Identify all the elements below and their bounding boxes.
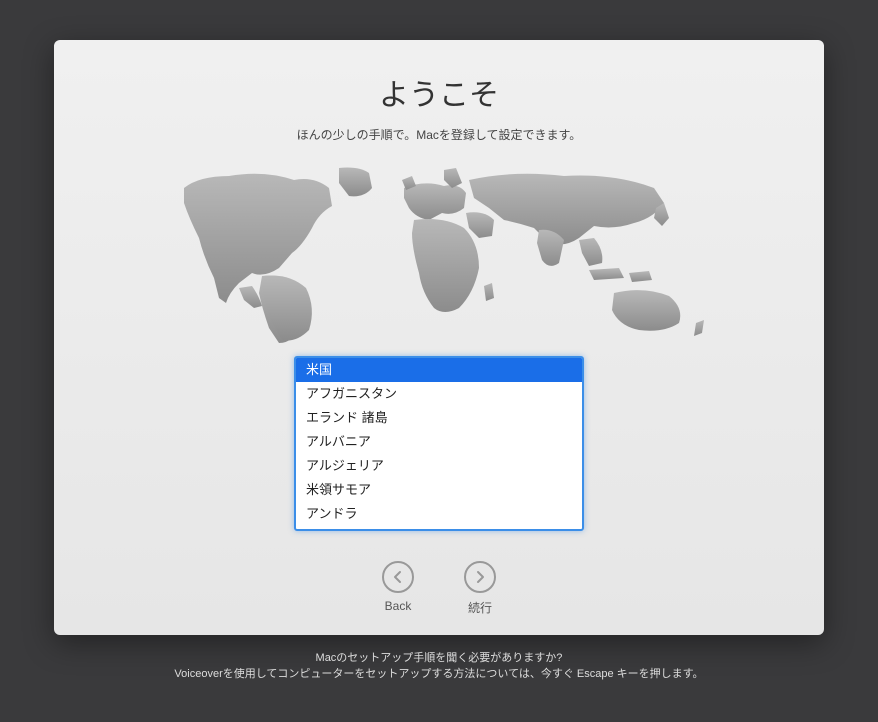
world-map	[144, 158, 734, 348]
welcome-subtitle: ほんの少しの手順で。Macを登録して設定できます。	[297, 126, 582, 143]
back-label: Back	[385, 599, 412, 613]
country-item[interactable]: 米領サモア	[296, 478, 582, 502]
voiceover-hint: Macのセットアップ手順を聞く必要がありますか? Voiceoverを使用してコ…	[174, 650, 703, 682]
voiceover-line1: Macのセットアップ手順を聞く必要がありますか?	[174, 650, 703, 666]
country-item[interactable]: エランド 諸島	[296, 406, 582, 430]
country-item[interactable]: アンドラ	[296, 502, 582, 526]
country-item[interactable]: アンゴラ	[296, 526, 582, 531]
voiceover-line2: Voiceoverを使用してコンピューターをセットアップする方法については、今す…	[174, 666, 703, 682]
country-item[interactable]: 米国	[296, 358, 582, 382]
continue-label: 続行	[468, 599, 492, 616]
back-button[interactable]: Back	[382, 561, 414, 613]
country-select-list[interactable]: 米国アフガニスタンエランド 諸島アルバニアアルジェリア米領サモアアンドラアンゴラ	[294, 356, 584, 531]
arrow-left-icon	[382, 561, 414, 593]
country-item[interactable]: アルバニア	[296, 430, 582, 454]
setup-assistant-card: ようこそ ほんの少しの手順で。Macを登録して設定できます。	[54, 40, 824, 635]
continue-button[interactable]: 続行	[464, 561, 496, 616]
navigation-buttons: Back 続行	[382, 561, 496, 616]
welcome-title: ようこそ	[379, 70, 499, 114]
country-item[interactable]: アフガニスタン	[296, 382, 582, 406]
arrow-right-icon	[464, 561, 496, 593]
country-item[interactable]: アルジェリア	[296, 454, 582, 478]
